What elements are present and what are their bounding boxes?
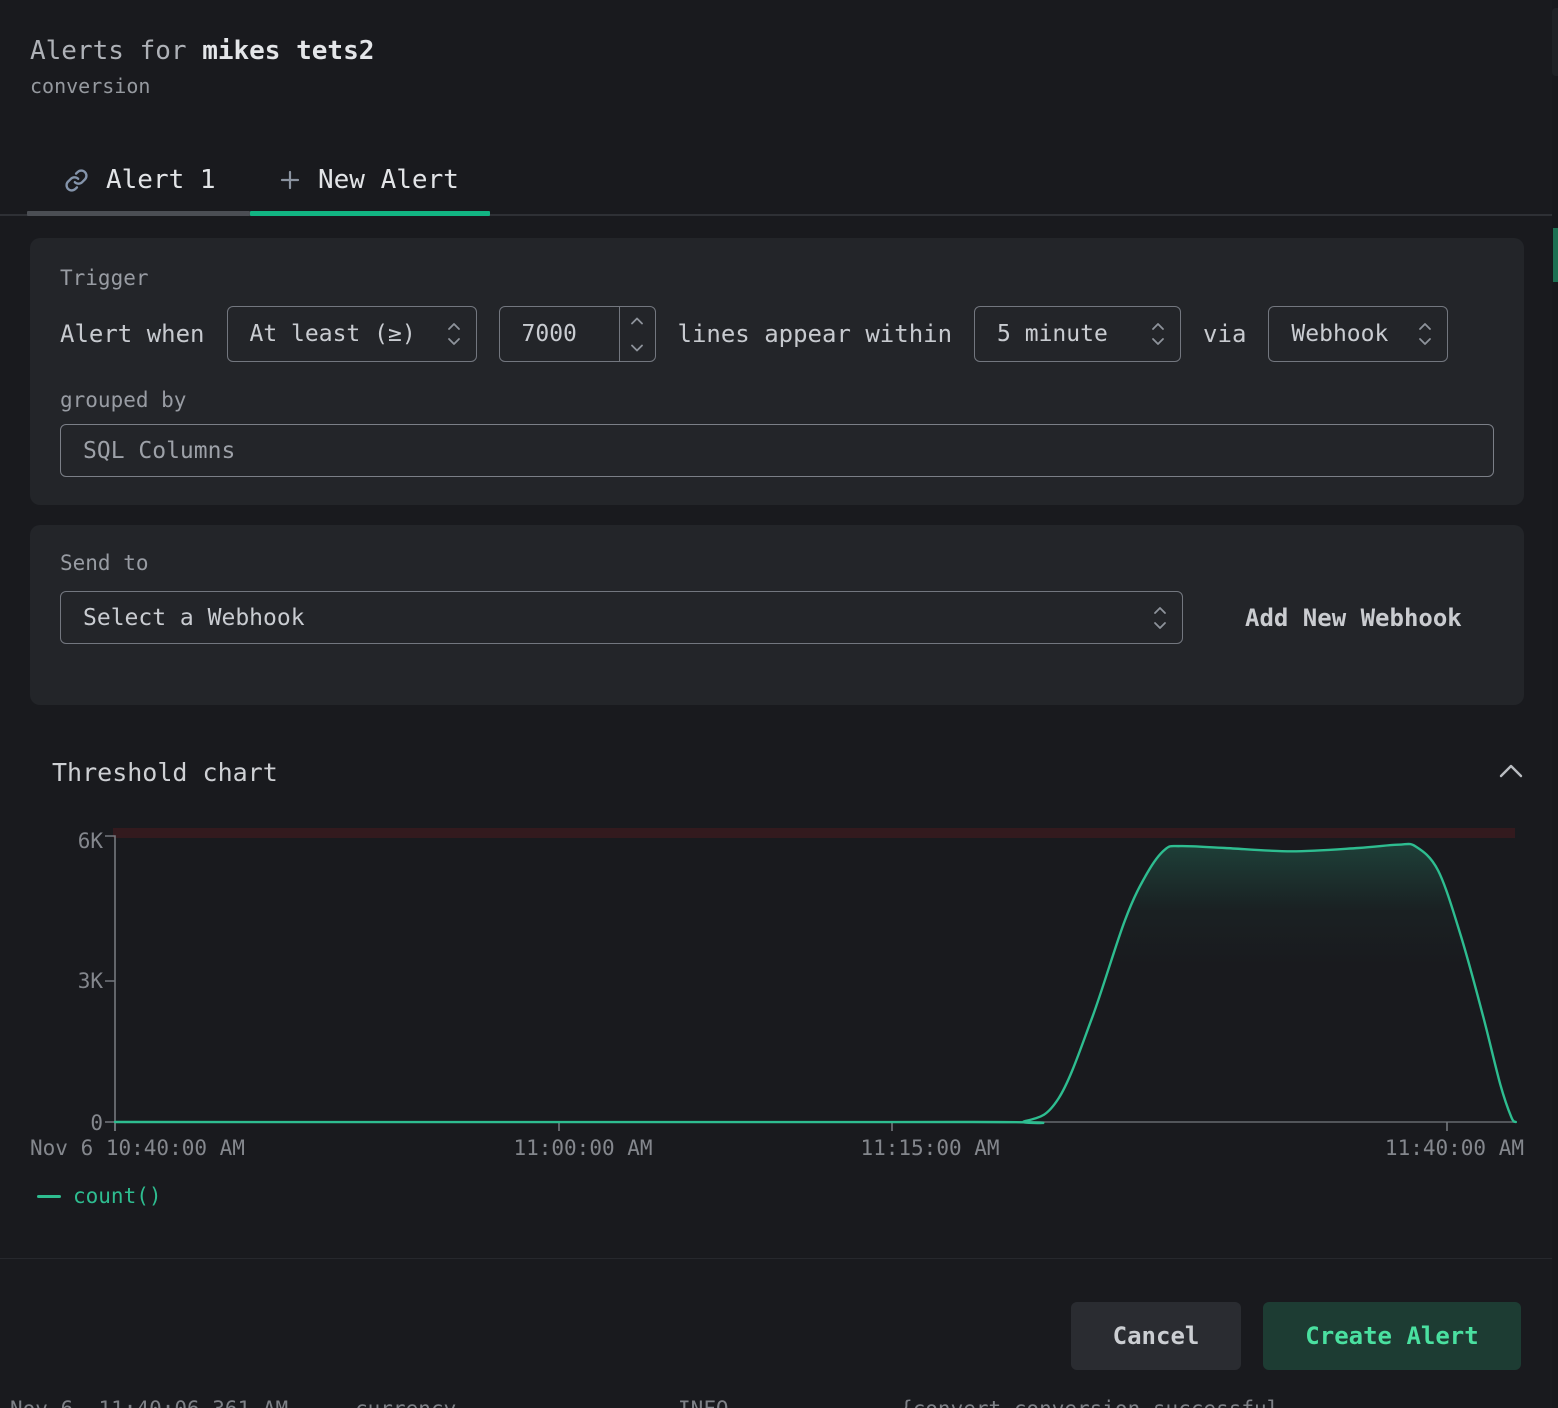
x-tick-label-1140: 11:40:00 AM [1385, 1136, 1524, 1160]
add-new-webhook-button[interactable]: Add New Webhook [1245, 604, 1462, 632]
dataset-subtitle: conversion [30, 74, 150, 98]
send-to-label: Send to [60, 551, 1494, 575]
comparison-select[interactable]: At least (≥) [227, 306, 477, 362]
legend-series-label: count() [73, 1184, 162, 1208]
legend-line-swatch [37, 1195, 61, 1198]
threshold-value: 7000 [500, 307, 619, 361]
log-timestamp: Nov 6, 11:40:06.361 AM [10, 1397, 288, 1408]
y-axis [105, 836, 115, 1131]
dataset-name: mikes tets2 [202, 36, 374, 66]
create-alert-button[interactable]: Create Alert [1263, 1302, 1521, 1370]
webhook-select[interactable]: Select a Webhook [60, 591, 1183, 644]
footer-divider [0, 1258, 1558, 1259]
y-tick-label-3k: 3K [31, 969, 103, 993]
series-area-fill [115, 844, 1516, 1123]
background-log-row: Nov 6, 11:40:06.361 AM currency INFO {co… [0, 1393, 1558, 1408]
chevrons-updown-icon [1417, 321, 1433, 347]
comparison-select-value: At least (≥) [250, 321, 416, 347]
window-select[interactable]: 5 minute [974, 306, 1181, 362]
tab-alert-1-label: Alert 1 [106, 165, 216, 195]
chevron-down-icon [630, 343, 644, 353]
page-title-prefix: Alerts for [30, 36, 202, 66]
window-select-value: 5 minute [997, 321, 1108, 347]
page-title: Alerts for mikes tets2 [30, 36, 374, 66]
grouped-by-input[interactable]: SQL Columns [60, 424, 1494, 477]
trigger-section-label: Trigger [60, 266, 1494, 290]
chevron-up-icon [630, 316, 644, 326]
tab-new-alert-label: New Alert [318, 165, 459, 195]
threshold-chart-title: Threshold chart [52, 758, 278, 787]
y-tick-label-6k: 6K [31, 829, 103, 853]
log-service: currency [355, 1397, 456, 1408]
channel-select-value: Webhook [1291, 321, 1388, 347]
chevrons-updown-icon [446, 321, 462, 347]
threshold-input[interactable]: 7000 [499, 306, 656, 362]
threshold-band [113, 828, 1515, 838]
x-tick-label-start: Nov 6 10:40:00 AM [30, 1136, 245, 1160]
channel-select[interactable]: Webhook [1268, 306, 1448, 362]
x-tick-label-1100: 11:00:00 AM [513, 1136, 652, 1160]
chevrons-updown-icon [1150, 321, 1166, 347]
tab-alert-1[interactable]: Alert 1 [63, 158, 216, 202]
right-edge-strip [1552, 0, 1558, 1408]
tab-alert-1-underline [27, 211, 250, 216]
threshold-stepper [619, 307, 655, 361]
x-tick-label-1115: 11:15:00 AM [860, 1136, 999, 1160]
cancel-button[interactable]: Cancel [1071, 1302, 1241, 1370]
send-to-section: Send to Select a Webhook Add New Webhook [30, 525, 1524, 705]
stepper-up-button[interactable] [620, 307, 655, 334]
via-label: via [1203, 320, 1246, 348]
chevrons-updown-icon [1152, 605, 1168, 631]
plus-icon [278, 168, 302, 192]
x-axis-ticks [115, 1122, 1447, 1131]
alert-editor-panel: Alerts for mikes tets2 conversion Alert … [0, 0, 1558, 1408]
right-edge-card-sliver [1552, 8, 1558, 76]
threshold-chart [0, 810, 1558, 1180]
log-level: INFO [678, 1397, 729, 1408]
trigger-section: Trigger Alert when At least (≥) 7000 [30, 238, 1524, 505]
collapse-chart-button[interactable] [1494, 756, 1528, 786]
tab-new-alert[interactable]: New Alert [278, 158, 459, 202]
grouped-by-placeholder: SQL Columns [83, 438, 235, 464]
lines-appear-label: lines appear within [678, 320, 953, 348]
grouped-by-label: grouped by [60, 388, 1494, 412]
alert-when-label: Alert when [60, 320, 205, 348]
link-icon [63, 167, 90, 194]
log-message: {convert conversion successful [900, 1397, 1279, 1408]
chevron-up-icon [1498, 763, 1524, 779]
tab-new-alert-underline [250, 211, 490, 216]
chart-legend: count() [37, 1184, 162, 1208]
stepper-down-button[interactable] [620, 334, 655, 361]
webhook-select-placeholder: Select a Webhook [83, 605, 305, 631]
y-tick-label-0: 0 [31, 1111, 103, 1135]
right-edge-green-sliver [1553, 228, 1558, 282]
